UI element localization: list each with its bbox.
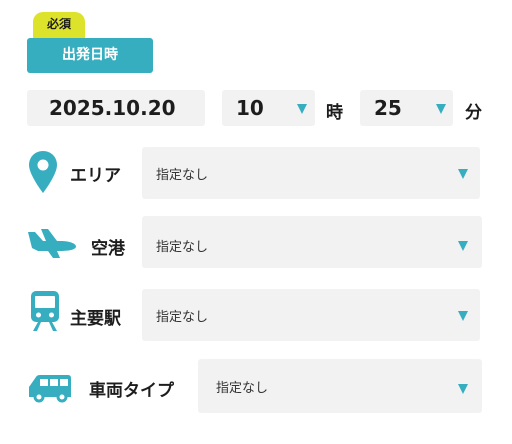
section-title: 出発日時	[27, 38, 153, 73]
minute-select[interactable]: 25	[360, 90, 453, 126]
airport-label: 空港	[91, 239, 125, 259]
hour-value: 10	[236, 96, 264, 120]
chevron-down-icon	[436, 104, 446, 114]
date-value: 2025.10.20	[49, 96, 176, 120]
station-value: 指定なし	[156, 310, 209, 325]
airport-select[interactable]: 指定なし	[142, 216, 482, 268]
vehicle-type-label: 車両タイプ	[89, 381, 174, 401]
train-icon	[31, 291, 59, 331]
airport-value: 指定なし	[156, 240, 209, 255]
vehicle-type-value: 指定なし	[216, 381, 269, 396]
hour-select[interactable]: 10	[222, 90, 315, 126]
date-field[interactable]: 2025.10.20	[27, 90, 205, 126]
chevron-down-icon	[297, 104, 307, 114]
hour-unit: 時	[326, 103, 343, 123]
required-badge: 必須	[33, 12, 85, 40]
station-select[interactable]: 指定なし	[142, 289, 480, 341]
vehicle-type-select[interactable]: 指定なし	[198, 359, 482, 413]
chevron-down-icon	[458, 384, 468, 394]
chevron-down-icon	[458, 311, 468, 321]
map-pin-icon	[29, 151, 57, 193]
airplane-icon	[28, 229, 76, 258]
departure-form: 必須 出発日時 2025.10.20 10 時 25 分 エリア 指定なし 空港…	[0, 0, 512, 444]
area-select[interactable]: 指定なし	[142, 147, 480, 199]
minute-value: 25	[374, 96, 402, 120]
area-label: エリア	[70, 166, 121, 186]
station-label: 主要駅	[70, 309, 121, 329]
minute-unit: 分	[465, 103, 482, 123]
area-value: 指定なし	[156, 168, 209, 183]
car-icon	[29, 375, 71, 403]
chevron-down-icon	[458, 169, 468, 179]
chevron-down-icon	[458, 241, 468, 251]
